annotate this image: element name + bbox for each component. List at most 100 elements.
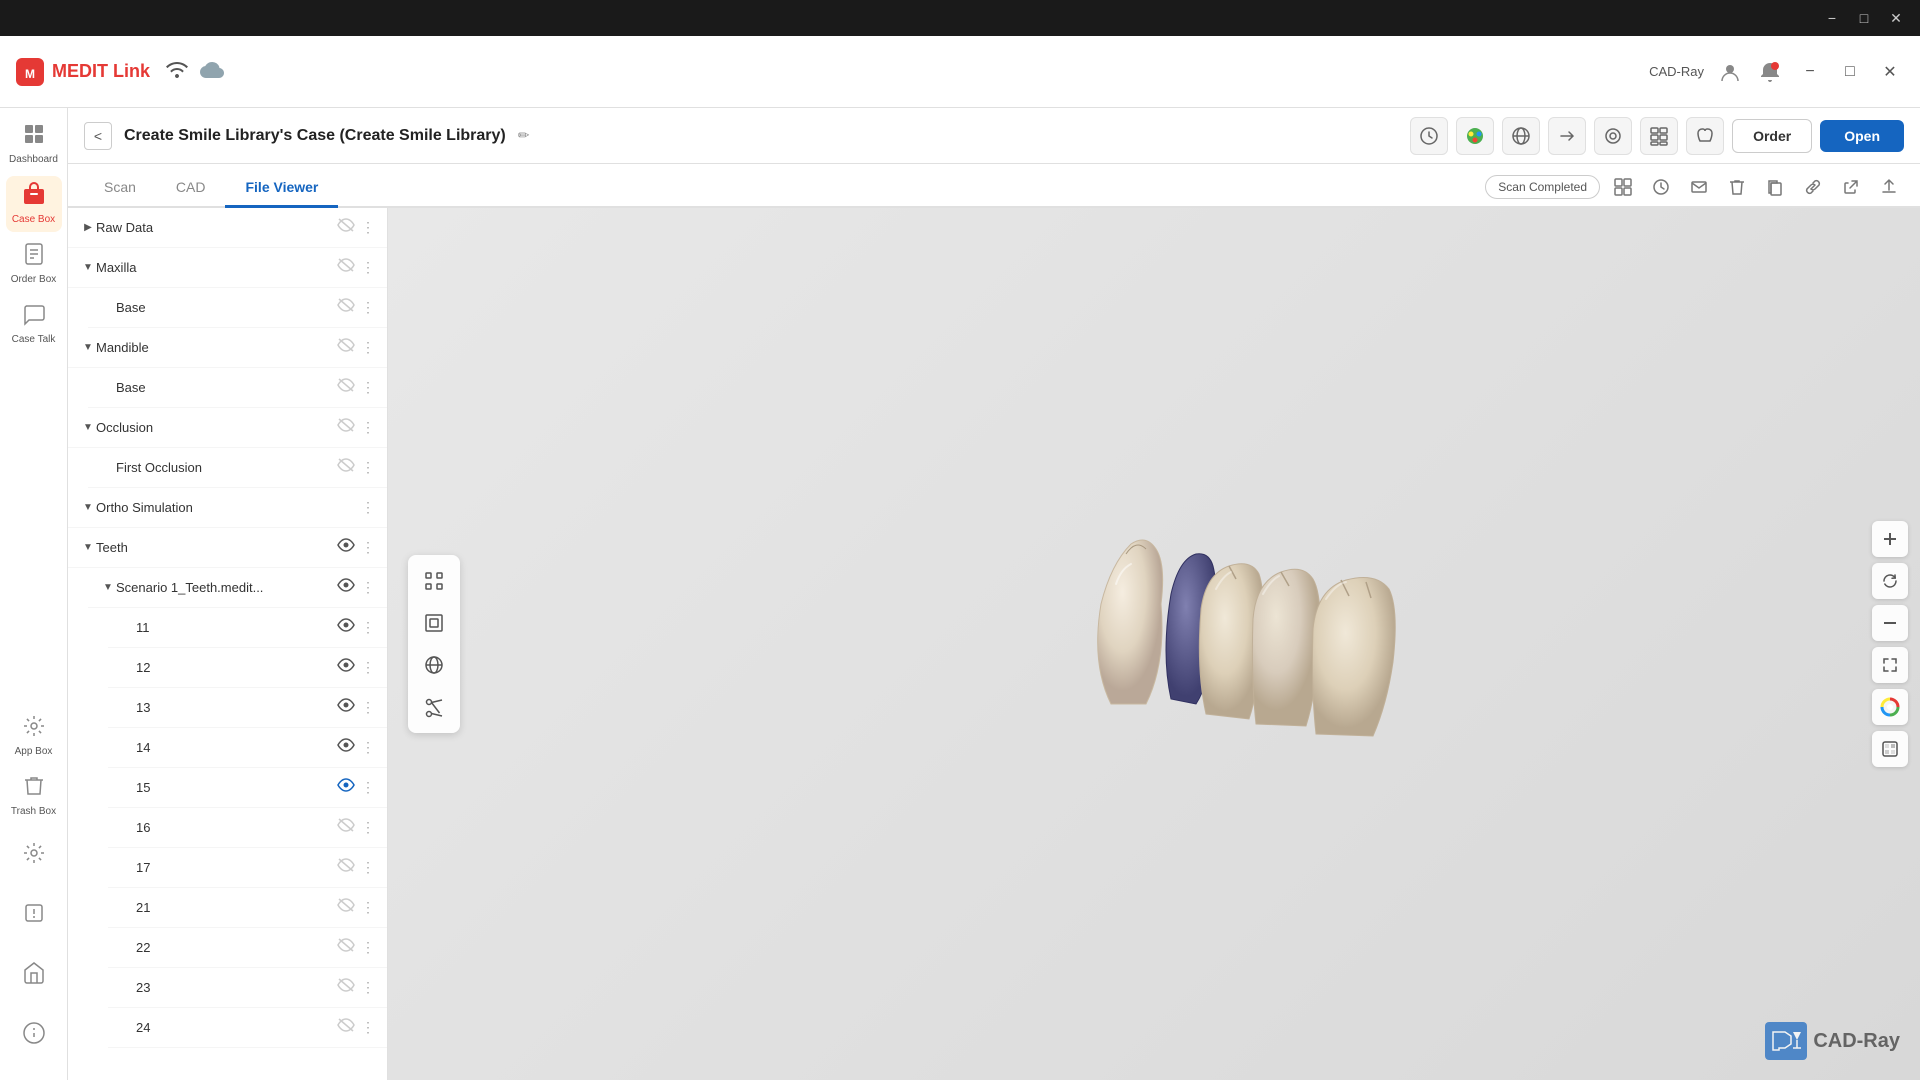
zoom-fit-viewport-button[interactable] bbox=[1872, 647, 1908, 683]
sidebar-item-trashbox[interactable]: Trash Box bbox=[6, 768, 62, 824]
tree-item-t15[interactable]: 15 ⋮ bbox=[108, 768, 387, 808]
eye-t16[interactable] bbox=[337, 818, 355, 837]
eye-teeth[interactable] bbox=[337, 538, 355, 557]
tree-item-teeth[interactable]: ▼ Teeth ⋮ bbox=[68, 528, 387, 568]
sidebar-item-dashboard[interactable]: Dashboard bbox=[6, 116, 62, 172]
dots-mandible-base[interactable]: ⋮ bbox=[361, 379, 375, 396]
sidebar-item-info[interactable] bbox=[6, 1008, 62, 1064]
sidebar-item-settings[interactable] bbox=[6, 828, 62, 884]
tree-item-scenario1[interactable]: ▼ Scenario 1_Teeth.medit... ⋮ bbox=[88, 568, 387, 608]
tree-item-occlusion[interactable]: ▼ Occlusion ⋮ bbox=[68, 408, 387, 448]
dots-t12[interactable]: ⋮ bbox=[361, 659, 375, 676]
zoom-in-button[interactable] bbox=[1872, 521, 1908, 557]
tree-item-maxilla[interactable]: ▼ Maxilla ⋮ bbox=[68, 248, 387, 288]
teeth-toolbar-icon[interactable] bbox=[1686, 117, 1724, 155]
eye-t12[interactable] bbox=[337, 658, 355, 677]
fit-button[interactable] bbox=[416, 605, 452, 641]
eye-t24[interactable] bbox=[337, 1018, 355, 1037]
dots-t22[interactable]: ⋮ bbox=[361, 939, 375, 956]
tree-item-t11[interactable]: 11 ⋮ bbox=[108, 608, 387, 648]
order-button[interactable]: Order bbox=[1732, 119, 1812, 153]
globe-toolbar-icon[interactable] bbox=[1502, 117, 1540, 155]
notification-icon[interactable] bbox=[1756, 58, 1784, 86]
dots-t24[interactable]: ⋮ bbox=[361, 1019, 375, 1036]
arrow-toolbar-icon[interactable] bbox=[1548, 117, 1586, 155]
scan-completed-badge[interactable]: Scan Completed bbox=[1485, 175, 1600, 199]
dots-first-occlusion[interactable]: ⋮ bbox=[361, 459, 375, 476]
tab-scan[interactable]: Scan bbox=[84, 169, 156, 208]
mail-tab-icon[interactable] bbox=[1684, 172, 1714, 202]
dots-t23[interactable]: ⋮ bbox=[361, 979, 375, 996]
eye-occlusion[interactable] bbox=[337, 418, 355, 437]
tree-item-t12[interactable]: 12 ⋮ bbox=[108, 648, 387, 688]
sidebar-item-alerts[interactable] bbox=[6, 888, 62, 944]
focus-button[interactable] bbox=[416, 563, 452, 599]
dots-maxilla[interactable]: ⋮ bbox=[361, 259, 375, 276]
rotate-reset-button[interactable] bbox=[1872, 563, 1908, 599]
dots-t11[interactable]: ⋮ bbox=[361, 619, 375, 636]
tab-cad[interactable]: CAD bbox=[156, 169, 226, 208]
layout-tab-icon[interactable] bbox=[1608, 172, 1638, 202]
dots-t14[interactable]: ⋮ bbox=[361, 739, 375, 756]
minimize-window-btn[interactable]: − bbox=[1796, 58, 1824, 86]
tree-item-t16[interactable]: 16 ⋮ bbox=[108, 808, 387, 848]
copy-tab-icon[interactable] bbox=[1760, 172, 1790, 202]
eye-scenario1[interactable] bbox=[337, 578, 355, 597]
edit-title-icon[interactable]: ✏ bbox=[518, 127, 530, 144]
dots-t16[interactable]: ⋮ bbox=[361, 819, 375, 836]
clock-tab-icon[interactable] bbox=[1646, 172, 1676, 202]
eye-t17[interactable] bbox=[337, 858, 355, 877]
tree-item-t21[interactable]: 21 ⋮ bbox=[108, 888, 387, 928]
link-tab-icon[interactable] bbox=[1798, 172, 1828, 202]
color-palette-button[interactable] bbox=[1872, 689, 1908, 725]
eye-t22[interactable] bbox=[337, 938, 355, 957]
tree-item-mandible[interactable]: ▼ Mandible ⋮ bbox=[68, 328, 387, 368]
eye-t11[interactable] bbox=[337, 618, 355, 637]
tree-item-t22[interactable]: 22 ⋮ bbox=[108, 928, 387, 968]
eye-maxilla-base[interactable] bbox=[337, 298, 355, 317]
tree-item-rawdata[interactable]: ▶ Raw Data ⋮ bbox=[68, 208, 387, 248]
tree-item-first-occlusion[interactable]: First Occlusion ⋮ bbox=[88, 448, 387, 488]
ring-toolbar-icon[interactable] bbox=[1594, 117, 1632, 155]
dots-occlusion[interactable]: ⋮ bbox=[361, 419, 375, 436]
user-avatar[interactable] bbox=[1716, 58, 1744, 86]
eye-t14[interactable] bbox=[337, 738, 355, 757]
tree-item-mandible-base[interactable]: Base ⋮ bbox=[88, 368, 387, 408]
zoom-out-button[interactable] bbox=[1872, 605, 1908, 641]
sidebar-item-home[interactable] bbox=[6, 948, 62, 1004]
grid-toolbar-icon[interactable] bbox=[1640, 117, 1678, 155]
tree-item-t17[interactable]: 17 ⋮ bbox=[108, 848, 387, 888]
tree-item-ortho-sim[interactable]: ▼ Ortho Simulation ⋮ bbox=[68, 488, 387, 528]
eye-t23[interactable] bbox=[337, 978, 355, 997]
tree-item-t13[interactable]: 13 ⋮ bbox=[108, 688, 387, 728]
eye-t15[interactable] bbox=[337, 778, 355, 797]
eye-maxilla[interactable] bbox=[337, 258, 355, 277]
dots-t15[interactable]: ⋮ bbox=[361, 779, 375, 796]
dots-t13[interactable]: ⋮ bbox=[361, 699, 375, 716]
dots-rawdata[interactable]: ⋮ bbox=[361, 219, 375, 236]
trash-tab-icon[interactable] bbox=[1722, 172, 1752, 202]
eye-first-occlusion[interactable] bbox=[337, 458, 355, 477]
tree-item-t24[interactable]: 24 ⋮ bbox=[108, 1008, 387, 1048]
sidebar-item-orderbox[interactable]: Order Box bbox=[6, 236, 62, 292]
sidebar-item-casetalk[interactable]: Case Talk bbox=[6, 296, 62, 352]
sphere-button[interactable] bbox=[416, 647, 452, 683]
minimize-btn[interactable]: − bbox=[1820, 6, 1844, 30]
close-window-btn[interactable]: ✕ bbox=[1876, 58, 1904, 86]
cut-button[interactable] bbox=[416, 689, 452, 725]
eye-mandible-base[interactable] bbox=[337, 378, 355, 397]
scan-toolbar-icon[interactable] bbox=[1410, 117, 1448, 155]
dots-maxilla-base[interactable]: ⋮ bbox=[361, 299, 375, 316]
tree-item-maxilla-base[interactable]: Base ⋮ bbox=[88, 288, 387, 328]
dots-scenario1[interactable]: ⋮ bbox=[361, 579, 375, 596]
maximize-btn[interactable]: □ bbox=[1852, 6, 1876, 30]
eye-mandible[interactable] bbox=[337, 338, 355, 357]
eye-t13[interactable] bbox=[337, 698, 355, 717]
dots-ortho-sim[interactable]: ⋮ bbox=[361, 499, 375, 516]
tree-item-t23[interactable]: 23 ⋮ bbox=[108, 968, 387, 1008]
sidebar-item-casebox[interactable]: Case Box bbox=[6, 176, 62, 232]
color-toolbar-icon[interactable] bbox=[1456, 117, 1494, 155]
external-tab-icon[interactable] bbox=[1836, 172, 1866, 202]
tab-file-viewer[interactable]: File Viewer bbox=[225, 169, 338, 208]
back-button[interactable]: < bbox=[84, 122, 112, 150]
